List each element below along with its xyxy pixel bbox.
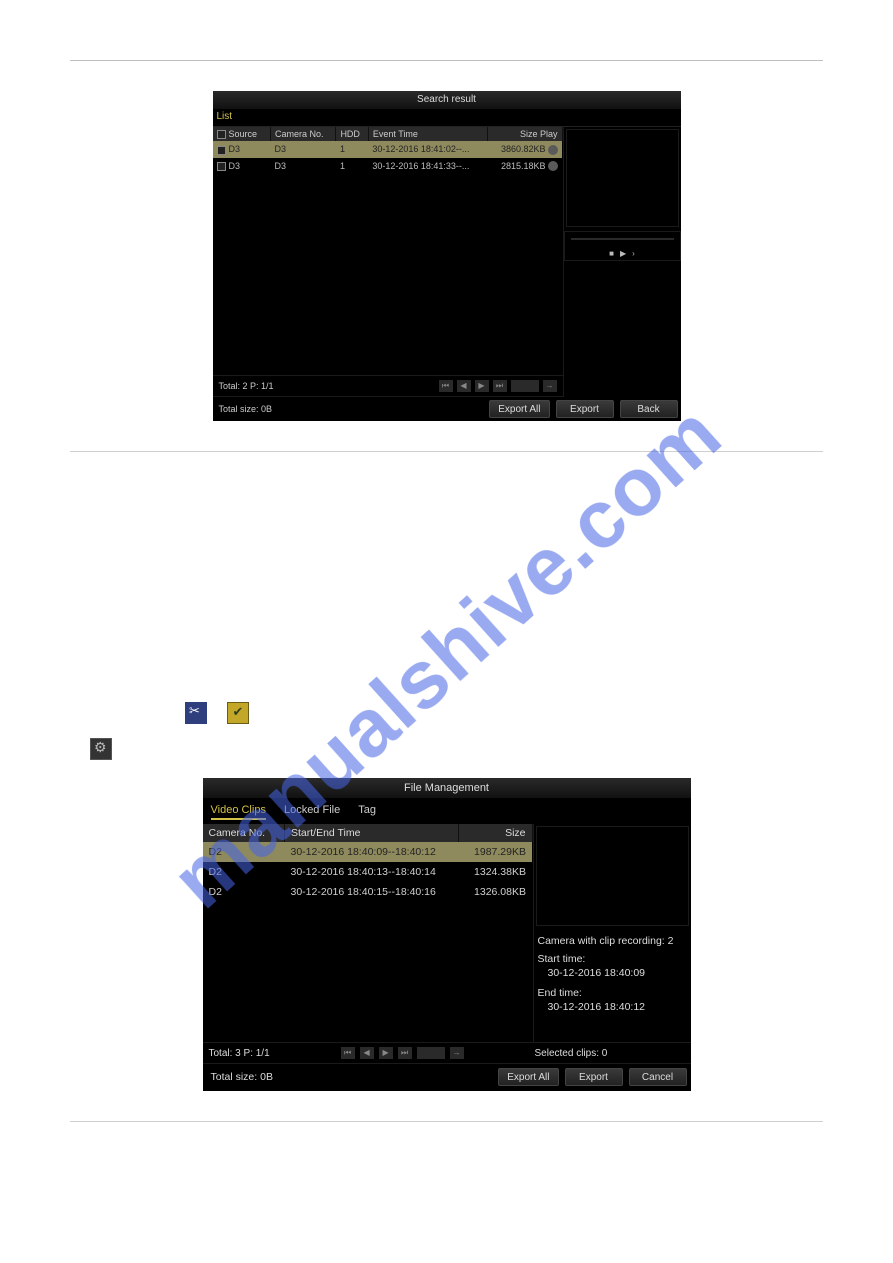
cell-size: 2815.18KB bbox=[501, 161, 546, 171]
pager-prev-icon[interactable]: ◀ bbox=[457, 380, 471, 392]
tab-locked-file[interactable]: Locked File bbox=[284, 804, 340, 820]
export-all-button[interactable]: Export All bbox=[498, 1068, 558, 1086]
mid-rule bbox=[70, 451, 823, 452]
start-time-label: Start time: bbox=[538, 952, 687, 966]
table-row[interactable]: D2 30-12-2016 18:40:09--18:40:12 1987.29… bbox=[203, 842, 533, 862]
pager-prev-icon[interactable]: ◀ bbox=[360, 1047, 374, 1059]
pager-input[interactable] bbox=[417, 1047, 445, 1059]
col-source: Source bbox=[229, 129, 258, 139]
preview-pane: ■ ▶ › bbox=[563, 127, 681, 397]
dialog-title: Search result bbox=[213, 91, 681, 109]
preview-stop-icon[interactable]: ■ bbox=[609, 249, 614, 258]
col-size-play: Size Play bbox=[488, 127, 562, 141]
export-all-button[interactable]: Export All bbox=[489, 400, 549, 418]
tab-tag[interactable]: Tag bbox=[358, 804, 376, 820]
end-time-value: 30-12-2016 18:40:12 bbox=[538, 1000, 687, 1014]
dialog-title: File Management bbox=[203, 778, 691, 798]
file-management-dialog: File Management Video Clips Locked File … bbox=[203, 778, 691, 1091]
total-size-label: Total size: 0B bbox=[211, 1071, 493, 1083]
scissors-icon[interactable] bbox=[185, 702, 207, 724]
clips-table: Camera No. Start/End Time Size D2 30-12-… bbox=[203, 824, 533, 902]
pager-last-icon[interactable]: ⏭ bbox=[398, 1047, 412, 1059]
gear-icon[interactable] bbox=[90, 738, 112, 760]
pager-label: Total: 3 P: 1/1 bbox=[209, 1048, 270, 1059]
cell-camera: D3 bbox=[271, 158, 336, 175]
tab-video-clips[interactable]: Video Clips bbox=[211, 804, 266, 820]
total-size-label: Total size: 0B bbox=[219, 404, 484, 414]
preview-play-icon[interactable]: ▶ bbox=[620, 249, 626, 258]
cell-size: 1987.29KB bbox=[458, 842, 532, 862]
pager-label: Total: 2 P: 1/1 bbox=[219, 381, 274, 391]
table-header-row: Camera No. Start/End Time Size bbox=[203, 824, 533, 842]
results-table: Source Camera No. HDD Event Time Size Pl… bbox=[213, 127, 563, 174]
select-all-checkbox[interactable] bbox=[217, 130, 226, 139]
pager-first-icon[interactable]: ⏮ bbox=[439, 380, 453, 392]
col-camera: Camera No. bbox=[209, 827, 266, 839]
col-hdd: HDD bbox=[336, 127, 368, 141]
pager-next-icon[interactable]: ▶ bbox=[379, 1047, 393, 1059]
cell-event: 30-12-2016 18:41:02--... bbox=[368, 141, 488, 158]
row-checkbox[interactable] bbox=[217, 146, 226, 155]
search-result-dialog: Search result List Source Camera No. HDD… bbox=[213, 91, 681, 421]
tab-list[interactable]: List bbox=[213, 109, 681, 127]
bottom-rule bbox=[70, 1121, 823, 1122]
cell-time: 30-12-2016 18:40:09--18:40:12 bbox=[285, 842, 459, 862]
pager-go-icon[interactable]: → bbox=[543, 380, 557, 392]
pager-last-icon[interactable]: ⏭ bbox=[493, 380, 507, 392]
col-camera: Camera No. bbox=[271, 127, 336, 141]
end-time-label: End time: bbox=[538, 986, 687, 1000]
cell-size: 1326.08KB bbox=[458, 882, 532, 902]
play-icon[interactable] bbox=[548, 145, 558, 155]
camera-clip-count: Camera with clip recording: 2 bbox=[538, 934, 687, 948]
export-button[interactable]: Export bbox=[556, 400, 614, 418]
selected-clips-label: Selected clips: 0 bbox=[535, 1048, 685, 1059]
check-icon[interactable] bbox=[227, 702, 249, 724]
cell-size: 1324.38KB bbox=[458, 862, 532, 882]
cell-source: D3 bbox=[229, 144, 241, 154]
table-row[interactable]: D2 30-12-2016 18:40:15--18:40:16 1326.08… bbox=[203, 882, 533, 902]
cell-hdd: 1 bbox=[336, 141, 368, 158]
preview-next-icon[interactable]: › bbox=[632, 249, 635, 258]
play-icon[interactable] bbox=[548, 161, 558, 171]
col-start-end: Start/End Time bbox=[285, 824, 459, 842]
pager-first-icon[interactable]: ⏮ bbox=[341, 1047, 355, 1059]
cell-hdd: 1 bbox=[336, 158, 368, 175]
export-button[interactable]: Export bbox=[565, 1068, 623, 1086]
pager-input[interactable] bbox=[511, 380, 539, 392]
preview-video bbox=[566, 129, 679, 227]
cell-camera: D2 bbox=[209, 886, 222, 898]
table-row[interactable]: D3 D3 1 30-12-2016 18:41:02--... 3860.82… bbox=[213, 141, 563, 158]
table-header-row: Source Camera No. HDD Event Time Size Pl… bbox=[213, 127, 563, 141]
preview-controls: ■ ▶ › bbox=[564, 231, 681, 261]
cell-camera: D2 bbox=[209, 866, 222, 878]
row-checkbox[interactable] bbox=[217, 162, 226, 171]
table-row[interactable]: D3 D3 1 30-12-2016 18:41:33--... 2815.18… bbox=[213, 158, 563, 175]
top-rule bbox=[70, 60, 823, 61]
preview-seekbar[interactable] bbox=[571, 238, 674, 240]
cell-time: 30-12-2016 18:40:13--18:40:14 bbox=[285, 862, 459, 882]
cell-source: D3 bbox=[229, 161, 241, 171]
preview-video bbox=[536, 826, 689, 926]
start-time-value: 30-12-2016 18:40:09 bbox=[538, 966, 687, 980]
pager-go-icon[interactable]: → bbox=[450, 1047, 464, 1059]
cell-size: 3860.82KB bbox=[501, 144, 546, 154]
cell-camera: D3 bbox=[271, 141, 336, 158]
cell-time: 30-12-2016 18:40:15--18:40:16 bbox=[285, 882, 459, 902]
pager-next-icon[interactable]: ▶ bbox=[475, 380, 489, 392]
table-row[interactable]: D2 30-12-2016 18:40:13--18:40:14 1324.38… bbox=[203, 862, 533, 882]
back-button[interactable]: Back bbox=[620, 400, 678, 418]
col-event-time: Event Time bbox=[368, 127, 488, 141]
cell-camera: D2 bbox=[209, 846, 222, 858]
cancel-button[interactable]: Cancel bbox=[629, 1068, 687, 1086]
col-size: Size bbox=[458, 824, 532, 842]
cell-event: 30-12-2016 18:41:33--... bbox=[368, 158, 488, 175]
